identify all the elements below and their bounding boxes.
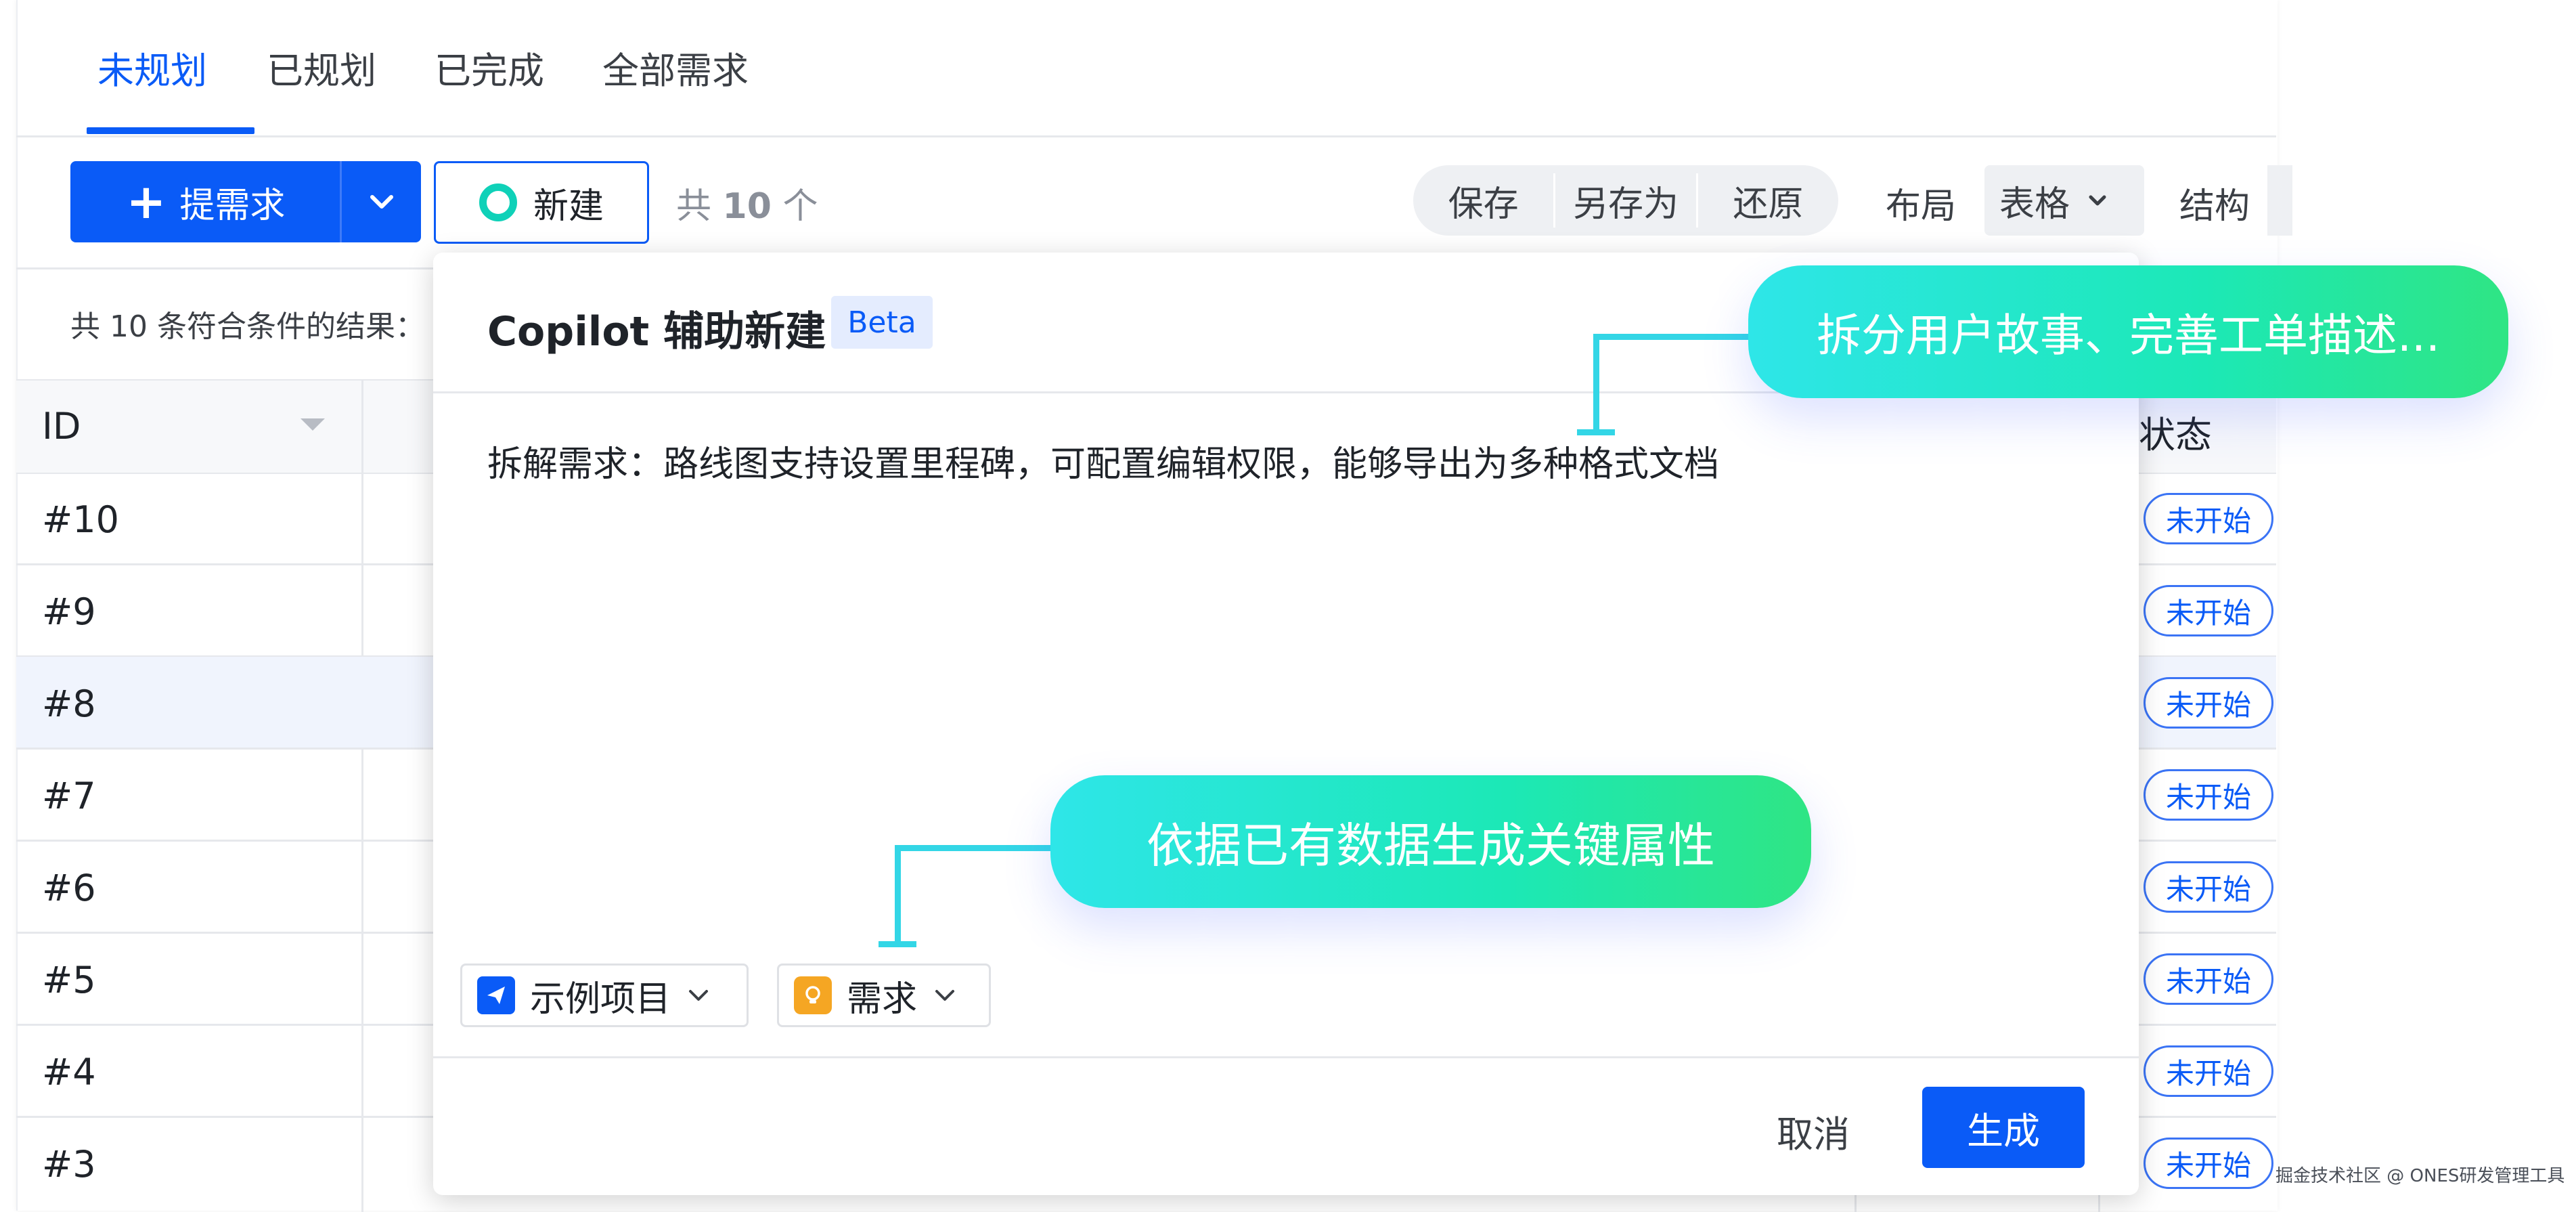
- watermark: 掘金技术社区 @ ONES研发管理工具: [2275, 1166, 2565, 1186]
- app-window: 未规划 已规划 已完成 全部需求 + 提需求 新建 共 10 个 保存 另存为 …: [0, 0, 2292, 1212]
- create-requirement-button-group: + 提需求: [70, 161, 421, 242]
- status-badge[interactable]: 未开始: [2144, 493, 2273, 544]
- total-count: 共 10 个: [676, 177, 818, 228]
- dialog-title: Copilot 辅助新建: [487, 308, 826, 355]
- copilot-ring-icon: [479, 183, 517, 221]
- callout-connector: [1577, 429, 1615, 435]
- callout-split-stories: 拆分用户故事、完善工单描述...: [1748, 265, 2508, 398]
- save-as-button[interactable]: 另存为: [1555, 175, 1695, 226]
- dialog-footer-divider: [433, 1056, 2139, 1058]
- paper-plane-icon: [487, 987, 505, 1004]
- chevron-down-icon: [935, 990, 955, 1001]
- row-id: #10: [42, 498, 119, 541]
- row-id: #6: [42, 867, 96, 909]
- generate-button[interactable]: 生成: [1922, 1087, 2085, 1168]
- count-prefix: 共: [676, 186, 712, 227]
- save-button[interactable]: 保存: [1413, 175, 1553, 226]
- row-id: #7: [42, 775, 96, 817]
- status-badge[interactable]: 未开始: [2144, 861, 2273, 913]
- copilot-new-button[interactable]: 新建: [434, 161, 649, 244]
- callout-connector: [1593, 334, 1756, 340]
- chevron-down-icon: [689, 990, 709, 1001]
- layout-value: 表格: [1999, 183, 2070, 225]
- result-summary: 共 10 条符合条件的结果：: [70, 309, 425, 344]
- status-badge[interactable]: 未开始: [2144, 769, 2273, 821]
- create-requirement-button[interactable]: + 提需求: [70, 161, 341, 242]
- toolbar: + 提需求 新建 共 10 个 保存 另存为 还原 布局 表格 结构: [16, 135, 2292, 269]
- tab-active-indicator: [87, 127, 254, 134]
- callout-connector: [1593, 334, 1599, 435]
- tab-all-requirements[interactable]: 全部需求: [602, 47, 749, 95]
- tab-bar: 未规划 已规划 已完成 全部需求: [16, 0, 2276, 137]
- status-badge[interactable]: 未开始: [2144, 1138, 2273, 1189]
- column-header-id[interactable]: ID: [42, 405, 81, 448]
- lightbulb-icon: [794, 976, 832, 1014]
- structure-select[interactable]: [2267, 165, 2292, 236]
- status-badge[interactable]: 未开始: [2144, 1045, 2273, 1097]
- callout-connector: [895, 845, 901, 947]
- chevron-down-icon: [2089, 195, 2106, 206]
- prompt-input[interactable]: 拆解需求：路线图支持设置里程碑，可配置编辑权限，能够导出为多种格式文档: [487, 435, 1719, 486]
- row-id: #4: [42, 1051, 96, 1094]
- chevron-down-icon: [370, 195, 393, 209]
- copilot-new-label: 新建: [533, 186, 604, 227]
- callout-connector: [879, 941, 916, 947]
- status-badge[interactable]: 未开始: [2144, 585, 2273, 636]
- column-header-status[interactable]: 状态: [2139, 405, 2212, 458]
- structure-label: 结构: [2179, 186, 2250, 227]
- tab-planned[interactable]: 已规划: [267, 47, 376, 95]
- tab-unplanned[interactable]: 未规划: [97, 47, 207, 95]
- status-badge[interactable]: 未开始: [2144, 677, 2273, 729]
- callout-generate-attributes: 依据已有数据生成关键属性: [1050, 775, 1811, 908]
- beta-badge: Beta: [831, 296, 933, 349]
- project-icon: [477, 976, 515, 1014]
- row-id: #8: [42, 683, 96, 725]
- tab-completed[interactable]: 已完成: [435, 47, 544, 95]
- create-dropdown-button[interactable]: [342, 161, 421, 242]
- row-id: #5: [42, 959, 96, 1001]
- row-id: #3: [42, 1143, 96, 1186]
- count-suffix: 个: [782, 186, 818, 227]
- restore-button[interactable]: 还原: [1698, 175, 1838, 226]
- bulb-glyph-icon: [805, 986, 820, 1003]
- layout-label: 布局: [1886, 186, 1957, 227]
- layout-select[interactable]: 表格: [1984, 165, 2144, 236]
- count-value: 10: [722, 186, 772, 227]
- row-id: #9: [42, 590, 96, 633]
- project-chip-label: 示例项目: [530, 978, 671, 1020]
- project-select[interactable]: 示例项目: [460, 964, 749, 1027]
- sort-caret-icon[interactable]: [301, 418, 325, 431]
- view-actions-segment: 保存 另存为 还原: [1413, 165, 1838, 236]
- issue-type-chip-label: 需求: [847, 978, 918, 1020]
- callout-connector: [895, 845, 1057, 851]
- create-requirement-label: 提需求: [179, 185, 286, 226]
- cancel-button[interactable]: 取消: [1777, 1104, 1850, 1158]
- issue-type-select[interactable]: 需求: [777, 964, 991, 1027]
- plus-icon: +: [126, 174, 166, 230]
- status-badge[interactable]: 未开始: [2144, 953, 2273, 1005]
